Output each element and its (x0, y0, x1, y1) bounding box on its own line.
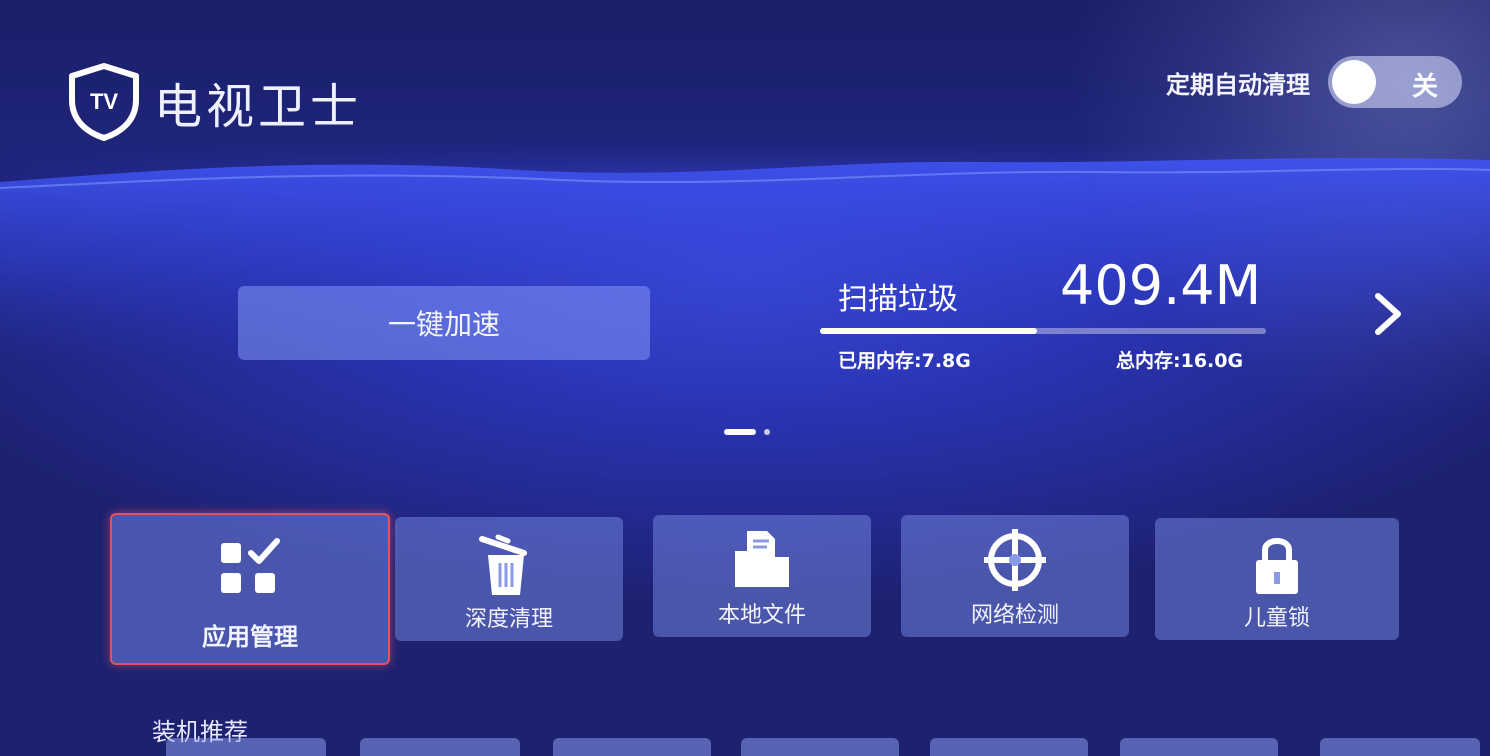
scan-junk-size: 409.4M (1060, 254, 1262, 317)
used-memory: 已用内存:7.8G (838, 350, 971, 372)
app-logo: TV 电视卫士 (66, 62, 362, 142)
total-memory: 总内存:16.0G (1116, 350, 1244, 372)
tool-local-files[interactable]: 本地文件 (653, 515, 871, 637)
tool-label: 网络检测 (970, 603, 1059, 628)
recommend-card[interactable] (930, 738, 1088, 756)
trash-icon (479, 534, 527, 595)
shield-tv-icon: TV (69, 63, 139, 141)
tool-label: 深度清理 (464, 607, 553, 632)
tool-deep-clean[interactable]: 深度清理 (395, 517, 623, 641)
recommend-card[interactable] (741, 738, 899, 756)
app-manage-icon (221, 538, 280, 593)
scan-junk-label: 扫描垃圾 (838, 282, 958, 317)
tool-app-management[interactable]: 应用管理 (110, 513, 390, 665)
network-crosshair-icon (984, 529, 1046, 591)
tool-label: 本地文件 (717, 603, 806, 628)
recommend-card[interactable] (360, 738, 520, 756)
folder-file-icon (735, 531, 789, 587)
logo-tv-text: TV (90, 89, 118, 114)
app-title: 电视卫士 (154, 79, 363, 135)
lock-icon (1256, 538, 1298, 594)
page-indicator (724, 429, 770, 435)
tool-network-check[interactable]: 网络检测 (901, 515, 1129, 637)
one-key-boost-button[interactable]: 一键加速 (238, 286, 650, 360)
page-indicator-dot (764, 429, 770, 435)
chevron-right-icon[interactable] (1370, 290, 1406, 338)
recommend-card[interactable] (1120, 738, 1278, 756)
recommend-card[interactable] (1320, 738, 1480, 756)
memory-panel[interactable]: 扫描垃圾 409.4M 已用内存:7.8G 总内存:16.0G (820, 254, 1270, 384)
tool-label: 儿童锁 (1243, 606, 1310, 631)
tool-child-lock[interactable]: 儿童锁 (1155, 518, 1399, 640)
memory-usage-bar (820, 328, 1266, 334)
auto-clean-setting: 定期自动清理 关 (1166, 56, 1462, 108)
auto-clean-label: 定期自动清理 (1166, 70, 1310, 99)
toggle-state-text: 关 (1411, 72, 1438, 102)
tool-label: 应用管理 (202, 623, 298, 651)
tv-guard-screen: TV 电视卫士 定期自动清理 关 一键加速 扫描垃圾 409.4M 已用内存:7… (0, 0, 1490, 756)
toggle-knob (1332, 60, 1376, 104)
auto-clean-toggle[interactable]: 关 (1328, 56, 1462, 108)
memory-usage-fill (820, 328, 1038, 334)
page-indicator-active (724, 429, 756, 435)
recommend-card[interactable] (553, 738, 711, 756)
recommend-card[interactable] (166, 738, 326, 756)
